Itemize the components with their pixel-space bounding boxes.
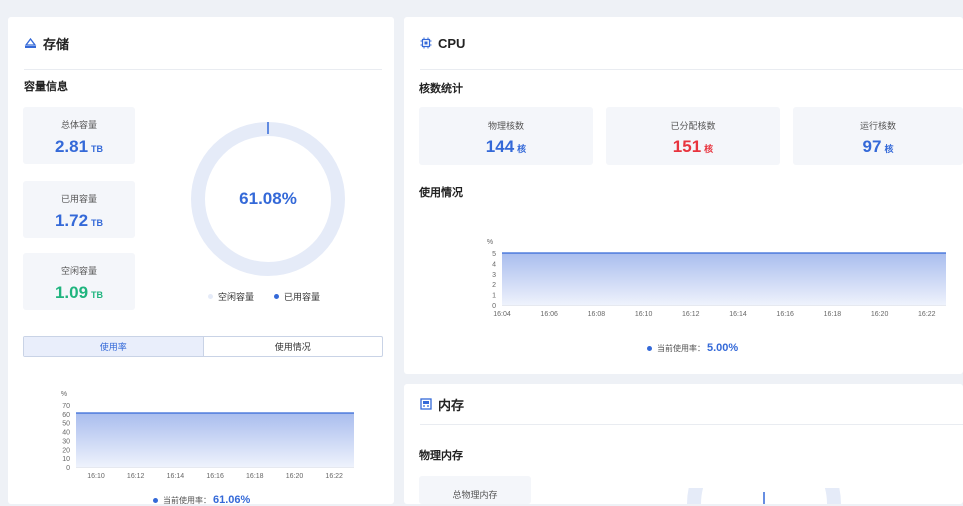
memory-header: 内存: [420, 384, 963, 425]
cpu-caption-value: 5.00%: [707, 342, 739, 354]
cpu-header: CPU: [420, 17, 963, 70]
cpu-chart-xtick: 16:22: [918, 311, 936, 318]
storage-chart-ylabel: %: [61, 391, 67, 398]
running-cores-label: 运行核数: [859, 121, 896, 131]
cpu-chart-xtick: 16:16: [776, 311, 794, 318]
allocated-cores-label: 已分配核数: [670, 121, 716, 131]
storage-chart-xtick: 16:12: [127, 473, 145, 480]
memory-title: 内存: [438, 397, 465, 413]
donut-center-value: 61.08%: [239, 189, 297, 208]
storage-chart-xtick: 16:16: [206, 473, 224, 480]
cpu-chart-xtick: 16:04: [493, 311, 511, 318]
storage-chart-xtick: 16:14: [167, 473, 185, 480]
total-capacity-value: 2.81: [54, 137, 89, 156]
legend-used-label: 已用容量: [284, 292, 321, 302]
cpu-chart-xtick: 16:12: [682, 311, 700, 318]
physical-memory-title: 物理内存: [419, 450, 463, 462]
total-capacity-card: 总体容量 2.81 TB: [23, 107, 135, 164]
cpu-usage-chart: 0 1 2 3 4 5% 16:04 16:06 16:08 16:10 16:12 16:14 16:…: [487, 239, 946, 318]
used-capacity-value: 1.72: [54, 211, 89, 230]
cpu-usage-title: 使用情况: [419, 187, 463, 199]
legend-free: 空闲容量: [208, 290, 254, 303]
storage-chart-xtick: 16:10: [87, 473, 105, 480]
free-capacity-value: 1.09: [54, 283, 89, 302]
storage-chart-ytick: 0: [66, 465, 70, 472]
storage-chart-xtick: 16:18: [246, 473, 264, 480]
cpu-caption-label: 当前使用率：: [657, 343, 705, 353]
total-capacity-label: 总体容量: [60, 120, 97, 130]
capacity-info-title: 容量信息: [24, 81, 68, 93]
storage-title: 存储: [43, 36, 70, 52]
storage-chart-ytick: 40: [62, 430, 70, 437]
cpu-chart-xtick: 16:10: [635, 311, 653, 318]
storage-chart-ytick: 10: [62, 456, 70, 463]
tab-usage[interactable]: 使用情况: [204, 337, 383, 356]
cpu-chart-xtick: 16:08: [588, 311, 606, 318]
storage-chart-ytick: 70: [62, 403, 70, 410]
cpu-chart-ytick: 0: [492, 303, 496, 310]
cpu-title: CPU: [438, 35, 466, 51]
cpu-chart-area: [502, 253, 946, 305]
chip-icon: [420, 37, 432, 49]
allocated-cores-value: 151: [672, 137, 702, 156]
cpu-chart-xtick: 16:06: [540, 311, 558, 318]
cpu-chart-ylabel: %: [487, 239, 493, 246]
storage-caption-dot: [153, 497, 158, 503]
allocated-cores-card: 已分配核数 151 核: [606, 107, 780, 165]
cpu-chart-xtick: 16:18: [824, 311, 842, 318]
memory-donut-chart: [687, 488, 841, 504]
running-cores-card: 运行核数 97 核: [793, 107, 963, 165]
storage-chart-ytick: 50: [62, 421, 70, 428]
cpu-chart-ytick: 3: [492, 272, 496, 279]
storage-tabs: 使用率 使用情况: [23, 336, 383, 357]
cpu-chart-ytick: 4: [492, 261, 496, 268]
core-stats-title: 核数统计: [419, 83, 463, 95]
cpu-chart-ytick: 2: [492, 282, 496, 289]
memory-icon: [420, 398, 432, 410]
storage-header: 存储: [24, 17, 382, 70]
legend-free-label: 空闲容量: [218, 292, 255, 302]
total-memory-card: 总物理内存: [419, 476, 531, 504]
total-memory-label: 总物理内存: [452, 490, 498, 500]
physical-cores-label: 物理核数: [487, 121, 524, 131]
storage-chart-ytick: 60: [62, 412, 70, 419]
total-capacity-unit: TB: [91, 144, 104, 154]
free-capacity-label: 空闲容量: [60, 266, 97, 276]
used-capacity-unit: TB: [91, 218, 104, 228]
legend-used: 已用容量: [274, 290, 320, 303]
cpu-chart-ytick: 5: [492, 251, 496, 258]
legend-free-dot: [208, 294, 213, 299]
running-cores-value: 97: [862, 137, 882, 156]
used-capacity-card: 已用容量 1.72 TB: [23, 181, 135, 238]
cpu-caption-dot: [647, 345, 652, 351]
allocated-cores-unit: 核: [704, 144, 714, 154]
running-cores-unit: 核: [884, 144, 894, 154]
cpu-chart-xtick: 16:14: [729, 311, 747, 318]
cpu-chart-ytick: 1: [492, 293, 496, 300]
free-capacity-card: 空闲容量 1.09 TB: [23, 253, 135, 310]
physical-cores-card: 物理核数 144 核: [419, 107, 593, 165]
storage-icon: [24, 37, 37, 49]
storage-panel: 存储 容量信息 总体容量 2.81 TB 已用容量 1.72 TB 空闲容量 1.0…: [8, 17, 394, 506]
storage-chart-area: [76, 412, 354, 467]
used-capacity-label: 已用容量: [60, 194, 97, 204]
memory-panel: 内存 物理内存 总物理内存: [404, 384, 963, 504]
physical-cores-unit: 核: [517, 144, 527, 154]
storage-caption-value: 61.06%: [213, 494, 251, 506]
storage-chart-xtick: 16:20: [286, 473, 304, 480]
storage-chart-ytick: 30: [62, 438, 70, 445]
storage-usage-chart: 0 10 20 3040 50 60 70% 16:10 16:12 16:14 16:16 16:1…: [61, 391, 354, 480]
cpu-chart-xtick: 16:20: [871, 311, 889, 318]
storage-chart-ytick: 20: [62, 447, 70, 454]
legend-used-dot: [274, 294, 279, 299]
tab-usage-rate[interactable]: 使用率: [24, 337, 204, 356]
cpu-panel: CPU 核数统计 物理核数 144 核 已分配核数 151 核 运行核数 97 核 使…: [404, 17, 963, 374]
cpu-chart-caption: 当前使用率： 5.00%: [647, 342, 738, 354]
storage-chart-xtick: 16:22: [325, 473, 343, 480]
storage-chart-caption: 当前使用率： 61.06%: [153, 494, 250, 506]
free-capacity-unit: TB: [91, 290, 104, 300]
physical-cores-value: 144: [485, 137, 515, 156]
